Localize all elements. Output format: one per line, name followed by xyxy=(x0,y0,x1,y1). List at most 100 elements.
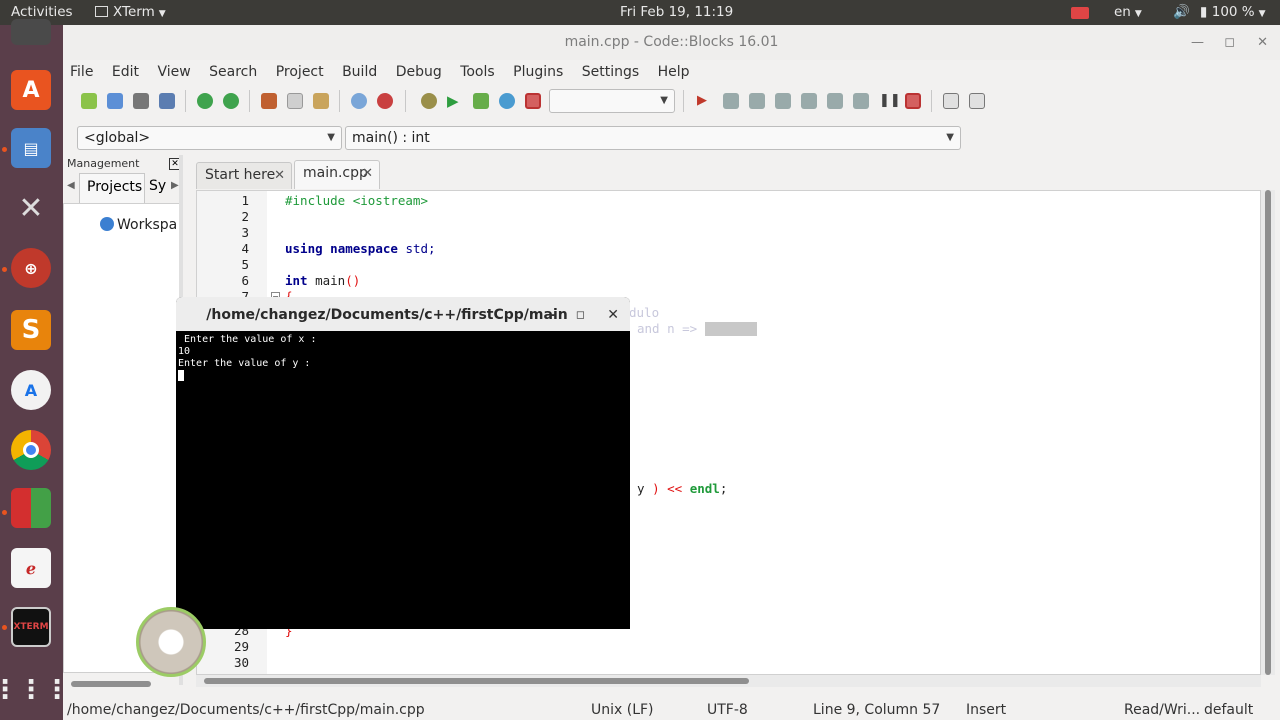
build-gear-icon[interactable] xyxy=(421,93,437,109)
function-select[interactable]: main() : int ▼ xyxy=(345,126,961,150)
menu-search[interactable]: Search xyxy=(209,60,257,85)
line-number: 3 xyxy=(241,225,249,240)
codeblocks-icon[interactable]: ⊕ xyxy=(11,248,51,288)
scope-global-select[interactable]: <global> ▼ xyxy=(77,126,342,150)
scrollbar-thumb[interactable] xyxy=(1265,190,1271,675)
replace-icon[interactable] xyxy=(377,93,393,109)
terminal-launcher-icon[interactable] xyxy=(11,19,51,45)
chevron-right-icon[interactable]: ▶ xyxy=(171,180,179,191)
abort-icon[interactable] xyxy=(525,93,541,109)
management-scrollbar[interactable] xyxy=(71,681,151,687)
build-run-icon[interactable] xyxy=(473,93,489,109)
maximize-icon[interactable]: ◻ xyxy=(1224,25,1235,60)
close-icon[interactable]: ✕ xyxy=(274,163,285,188)
paste-icon[interactable] xyxy=(313,93,329,109)
menu-view[interactable]: View xyxy=(157,60,190,85)
terminal-output[interactable]: Enter the value of x :10 Enter the value … xyxy=(176,331,630,629)
rebuild-icon[interactable] xyxy=(499,93,515,109)
sublime-text-icon[interactable]: S xyxy=(11,310,51,350)
tab-main-cpp[interactable]: main.cpp ✕ xyxy=(294,160,380,189)
xterm-window[interactable]: /home/changez/Documents/c++/firstCpp/mai… xyxy=(176,297,630,629)
tools-icon[interactable]: ✕ xyxy=(11,188,51,228)
menu-settings[interactable]: Settings xyxy=(582,60,639,85)
status-bar: /home/changez/Documents/c++/firstCpp/mai… xyxy=(63,700,1280,720)
line-number: 1 xyxy=(241,193,249,208)
tab-start-here[interactable]: Start here ✕ xyxy=(196,162,292,189)
android-studio-icon[interactable]: A xyxy=(11,370,51,410)
chrome-icon[interactable] xyxy=(11,430,51,470)
close-icon[interactable]: ✕ xyxy=(607,297,619,333)
build-target-select[interactable]: ▼ xyxy=(549,89,675,113)
minimize-icon[interactable]: — xyxy=(1191,25,1204,60)
status-profile: default xyxy=(1204,702,1254,718)
run-to-cursor-icon[interactable] xyxy=(723,93,739,109)
next-instruction-icon[interactable] xyxy=(827,93,843,109)
document-viewer-icon[interactable]: ℯ xyxy=(11,548,51,588)
close-icon[interactable]: ✕ xyxy=(362,161,373,186)
terminal-line: Enter the value of y : xyxy=(178,358,311,369)
debug-windows-icon[interactable] xyxy=(943,93,959,109)
editor-tabs: Start here ✕ main.cpp ✕ xyxy=(196,160,1276,189)
save-icon[interactable] xyxy=(133,93,149,109)
step-out-icon[interactable] xyxy=(801,93,817,109)
tab-symbols[interactable]: Sy xyxy=(149,178,166,194)
minimize-icon[interactable]: – xyxy=(549,297,556,333)
editor-horizontal-scrollbar[interactable] xyxy=(196,675,1261,687)
battery-indicator[interactable]: ▮ 100 % ▼ xyxy=(1200,4,1266,20)
screen-record-icon[interactable] xyxy=(1071,7,1089,19)
file-cabinet-icon[interactable]: ▤ xyxy=(11,128,51,168)
chevron-down-icon: ▼ xyxy=(327,132,335,143)
debug-info-icon[interactable] xyxy=(969,93,985,109)
save-all-icon[interactable] xyxy=(159,93,175,109)
tab-label: Start here xyxy=(205,167,276,183)
menu-help[interactable]: Help xyxy=(658,60,690,85)
software-center-icon[interactable]: A xyxy=(11,70,51,110)
redo-icon[interactable] xyxy=(223,93,239,109)
chevron-left-icon[interactable]: ◀ xyxy=(67,180,75,191)
menu-build[interactable]: Build xyxy=(342,60,377,85)
find-icon[interactable] xyxy=(351,93,367,109)
maximize-icon[interactable]: ◻ xyxy=(576,297,585,333)
window-titlebar[interactable]: main.cpp - Code::Blocks 16.01 — ◻ ✕ xyxy=(63,25,1280,60)
xterm-icon[interactable]: XTERM xyxy=(11,607,51,647)
main-toolbar: ▶ ▼ ▶ ❚❚ xyxy=(63,85,1280,117)
next-line-icon[interactable] xyxy=(749,93,765,109)
status-file-path: /home/changez/Documents/c++/firstCpp/mai… xyxy=(67,702,425,718)
app-grid-icon[interactable]: ⋮⋮⋮ xyxy=(0,670,70,710)
clock[interactable]: Fri Feb 19, 11:19 xyxy=(620,4,733,20)
app-menu-label: XTerm xyxy=(113,4,155,20)
workspace-node[interactable]: Workspa xyxy=(100,217,177,233)
menu-tools[interactable]: Tools xyxy=(460,60,495,85)
tab-projects[interactable]: Projects xyxy=(79,173,145,203)
code-line-18: y ) << endl; xyxy=(637,481,728,496)
open-file-icon[interactable] xyxy=(107,93,123,109)
menu-plugins[interactable]: Plugins xyxy=(513,60,563,85)
undo-icon[interactable] xyxy=(197,93,213,109)
gnome-games-icon[interactable] xyxy=(11,488,51,528)
step-into-icon[interactable] xyxy=(775,93,791,109)
menu-project[interactable]: Project xyxy=(276,60,324,85)
volume-icon[interactable]: 🔊 xyxy=(1173,4,1190,20)
copy-icon[interactable] xyxy=(287,93,303,109)
menu-edit[interactable]: Edit xyxy=(112,60,139,85)
step-into-instruction-icon[interactable] xyxy=(853,93,869,109)
editor-vertical-scrollbar[interactable] xyxy=(1261,190,1275,675)
cut-icon[interactable] xyxy=(261,93,277,109)
app-menu[interactable]: XTerm ▼ xyxy=(95,4,166,20)
menu-file[interactable]: File xyxy=(70,60,93,85)
language-indicator[interactable]: en ▼ xyxy=(1114,4,1142,20)
activities-button[interactable]: Activities xyxy=(11,4,73,20)
xterm-titlebar[interactable]: /home/changez/Documents/c++/firstCpp/mai… xyxy=(176,297,630,331)
pause-icon[interactable]: ❚❚ xyxy=(879,93,901,109)
debug-run-icon[interactable]: ▶ xyxy=(697,93,713,109)
code-line-8: dulo xyxy=(629,305,660,320)
terminal-line: Enter the value of x : xyxy=(178,334,317,345)
scrollbar-thumb[interactable] xyxy=(204,678,749,684)
line-number: 5 xyxy=(241,257,249,272)
new-file-icon[interactable] xyxy=(81,93,97,109)
close-icon[interactable]: ✕ xyxy=(1257,25,1268,60)
stop-debug-icon[interactable] xyxy=(905,93,921,109)
chevron-down-icon: ▼ xyxy=(660,95,668,106)
menu-debug[interactable]: Debug xyxy=(396,60,442,85)
run-icon[interactable]: ▶ xyxy=(447,93,463,109)
